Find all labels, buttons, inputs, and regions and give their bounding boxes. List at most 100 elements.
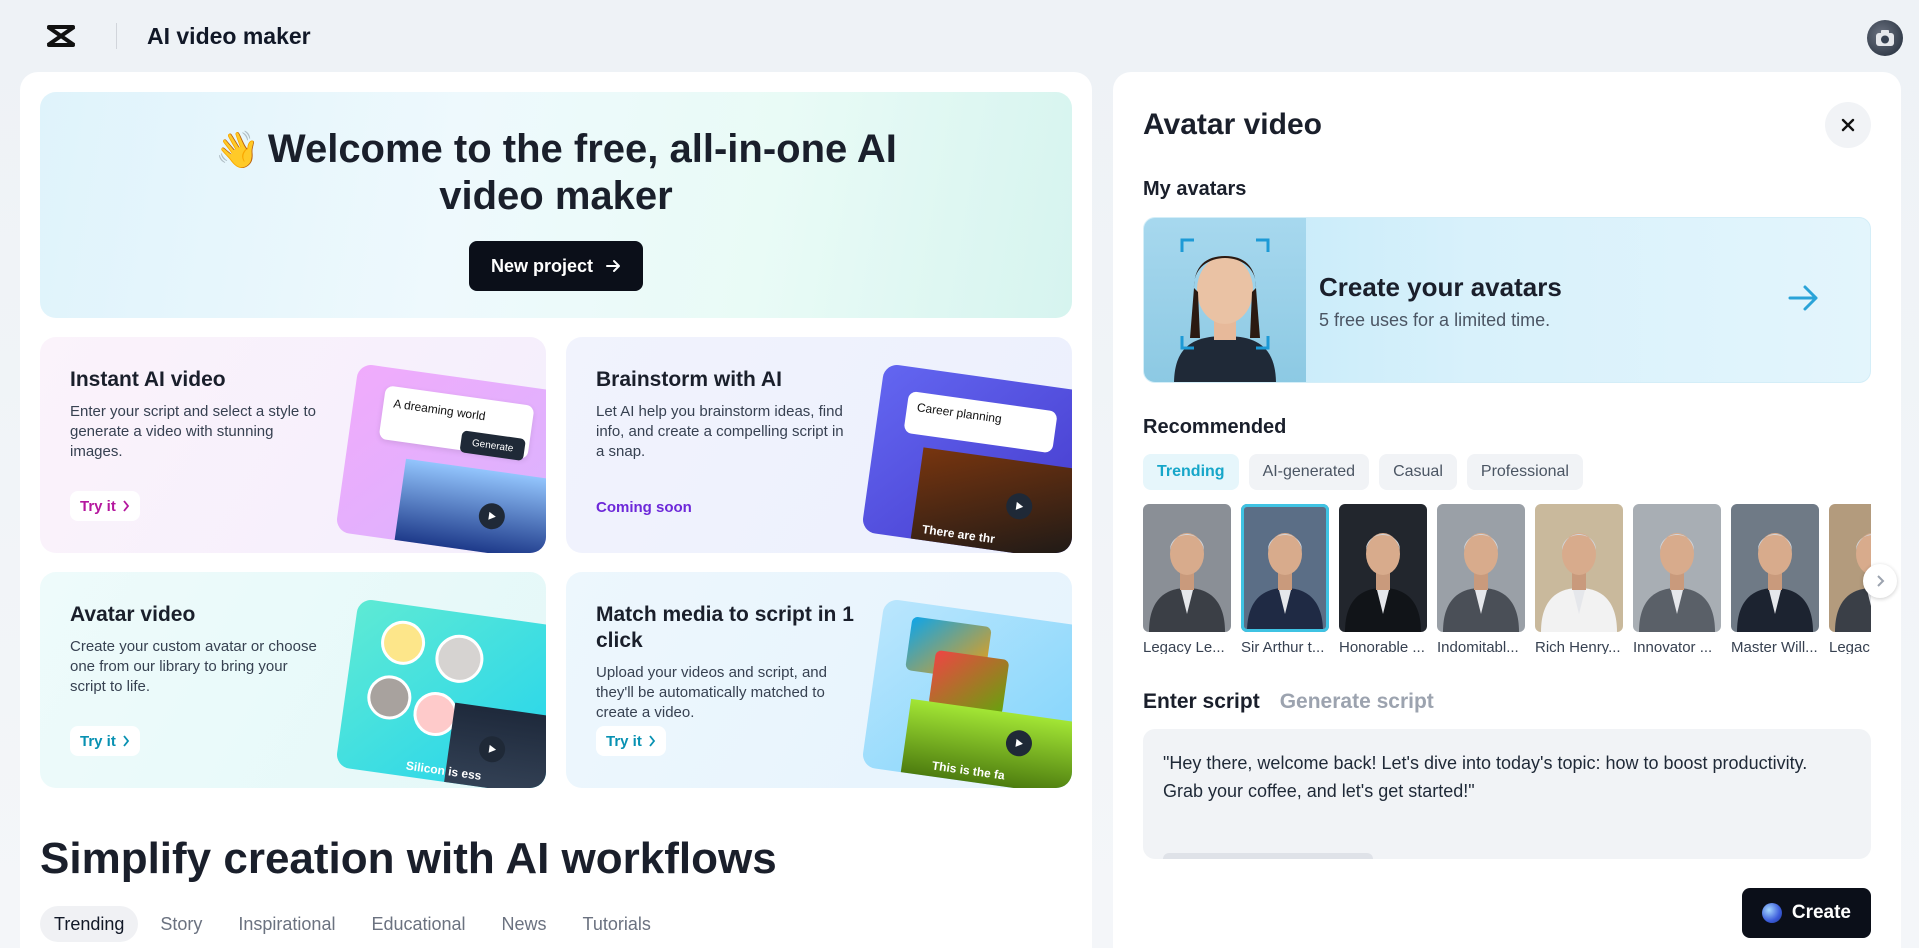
try-it-button[interactable]: Try it [70, 726, 140, 756]
prompt-text: Career planning [916, 400, 1003, 426]
create-label: Create [1791, 902, 1851, 923]
orb-icon [1761, 903, 1782, 923]
tab-educational[interactable]: Educational [357, 906, 479, 942]
try-it-label: Try it [80, 732, 116, 750]
chip-trending[interactable]: Trending [1143, 454, 1239, 490]
script-tabs: Enter script Generate script [1143, 690, 1434, 714]
avatar-thumbnail [1535, 504, 1623, 632]
recommended-label: Recommended [1143, 416, 1287, 438]
prompt-box: Career planning [903, 390, 1058, 454]
chevron-right-icon [1877, 575, 1885, 587]
arrow-right-icon [1788, 285, 1818, 311]
chevron-right-icon [649, 735, 656, 747]
new-project-button[interactable]: New project [468, 241, 644, 291]
waving-hand-icon: 👋 [215, 129, 260, 170]
instant-ai-video-card[interactable]: Instant AI video Enter your script and s… [40, 337, 546, 553]
script-input[interactable]: "Hey there, welcome back! Let's dive int… [1143, 729, 1871, 859]
avatar-option[interactable]: Sir Arthur t... [1241, 504, 1329, 654]
card-title: Brainstorm with AI [596, 368, 782, 391]
avatar-video-illustration: Silicon is ess [335, 598, 546, 788]
main-panel: 👋 Welcome to the free, all-in-one AI vide… [20, 72, 1092, 948]
card-description: Create your custom avatar or choose one … [70, 638, 317, 695]
hero-banner: 👋 Welcome to the free, all-in-one AI vide… [40, 92, 1072, 318]
tab-story[interactable]: Story [146, 906, 216, 942]
instant-video-illustration: A dreaming world Generate [335, 363, 546, 553]
ocean-image [394, 458, 546, 553]
scan-frame-icon [1180, 238, 1270, 350]
coming-soon-label: Coming soon [596, 499, 692, 516]
chip-professional[interactable]: Professional [1466, 454, 1583, 490]
office-image: There are thr [910, 447, 1072, 553]
avatar-list: Legacy Le... Sir Arthur t... Honorable ...… [1143, 504, 1871, 654]
avatar-video-card[interactable]: Avatar video Create your custom avatar o… [40, 572, 546, 788]
brainstorm-illustration: Career planning There are thr [861, 363, 1072, 553]
brainstorm-card[interactable]: Brainstorm with AI Let AI help you brain… [566, 337, 1072, 553]
avatar-thumb [378, 617, 428, 668]
avatar-thumbnail [1829, 504, 1871, 632]
avatar-thumbnail [1731, 504, 1819, 632]
try-it-label: Try it [606, 732, 642, 750]
tab-news[interactable]: News [488, 906, 561, 942]
arrow-right-icon [606, 260, 621, 272]
card-title: Instant AI video [70, 368, 226, 391]
match-media-card[interactable]: Match media to script in 1 click Upload … [566, 572, 1072, 788]
chip-ai-generated[interactable]: AI-generated [1248, 454, 1370, 490]
avatar-option[interactable]: Master Will... [1731, 504, 1819, 654]
avatar-thumbnail [1241, 504, 1329, 632]
tab-trending[interactable]: Trending [40, 906, 139, 942]
close-icon [1841, 118, 1855, 132]
capcut-logo-icon[interactable] [44, 19, 78, 53]
script-text: "Hey there, welcome back! Let's dive int… [1163, 753, 1808, 801]
workflow-tabs: Trending Story Inspirational Educational… [40, 906, 665, 942]
tab-enter-script[interactable]: Enter script [1143, 690, 1260, 714]
try-it-button[interactable]: Try it [596, 726, 666, 756]
avatar-option[interactable]: Rich Henry... [1535, 504, 1623, 654]
tab-tutorials[interactable]: Tutorials [569, 906, 665, 942]
avatar-portrait [1144, 218, 1306, 382]
card-description: Let AI help you brainstorm ideas, find i… [596, 403, 844, 460]
cactus-image: This is the fa [900, 698, 1072, 788]
avatar-thumbnail [1339, 504, 1427, 632]
chip-casual[interactable]: Casual [1379, 454, 1457, 490]
avatar-name: Sir Arthur t... [1241, 639, 1325, 654]
avatar-option[interactable]: Indomitabl... [1437, 504, 1525, 654]
close-button[interactable] [1825, 102, 1871, 148]
profile-avatar[interactable] [1867, 20, 1903, 56]
tab-inspirational[interactable]: Inspirational [224, 906, 349, 942]
avatar-name: Rich Henry... [1535, 639, 1621, 654]
camera-icon [1876, 30, 1894, 46]
avatar-name: Legac [1829, 639, 1870, 654]
top-bar: AI video maker [0, 0, 1919, 72]
hero-title: 👋 Welcome to the free, all-in-one AI vide… [215, 127, 897, 218]
app-title: AI video maker [147, 22, 311, 49]
avatar-option[interactable]: Legacy Le... [1143, 504, 1231, 654]
chevron-right-icon [123, 735, 130, 747]
generate-text: Generate [471, 437, 515, 454]
caption-text: There are thr [921, 522, 996, 547]
create-avatars-subtitle: 5 free uses for a limited time. [1319, 310, 1551, 330]
script-toolbar-placeholder [1163, 853, 1373, 859]
new-project-label: New project [490, 255, 594, 276]
avatar-option[interactable]: Honorable ... [1339, 504, 1427, 654]
avatar-thumbnail [1633, 504, 1721, 632]
chevron-right-icon [123, 500, 130, 512]
avatar-name: Master Will... [1731, 639, 1818, 654]
avatar-video-panel: Avatar video My avatars Create your avat… [1113, 72, 1901, 948]
tab-generate-script[interactable]: Generate script [1280, 690, 1434, 714]
avatar-thumbnail [1437, 504, 1525, 632]
my-avatars-label: My avatars [1143, 178, 1247, 200]
create-avatars-title: Create your avatars [1319, 272, 1562, 302]
avatar-thumb [432, 631, 487, 686]
avatar-name: Legacy Le... [1143, 639, 1225, 654]
avatar-thumbnail [1143, 504, 1231, 632]
caption-text: Silicon is ess [405, 758, 483, 783]
try-it-button[interactable]: Try it [70, 491, 140, 521]
workflows-title: Simplify creation with AI workflows [40, 834, 777, 883]
create-button[interactable]: Create [1741, 888, 1871, 938]
card-title: Avatar video [70, 603, 196, 626]
card-description: Enter your script and select a style to … [70, 403, 316, 460]
avatar-list-next-button[interactable] [1863, 564, 1897, 598]
header-divider [116, 23, 117, 49]
avatar-option[interactable]: Innovator ... [1633, 504, 1721, 654]
create-avatars-card[interactable]: Create your avatars 5 free uses for a li… [1143, 217, 1871, 383]
